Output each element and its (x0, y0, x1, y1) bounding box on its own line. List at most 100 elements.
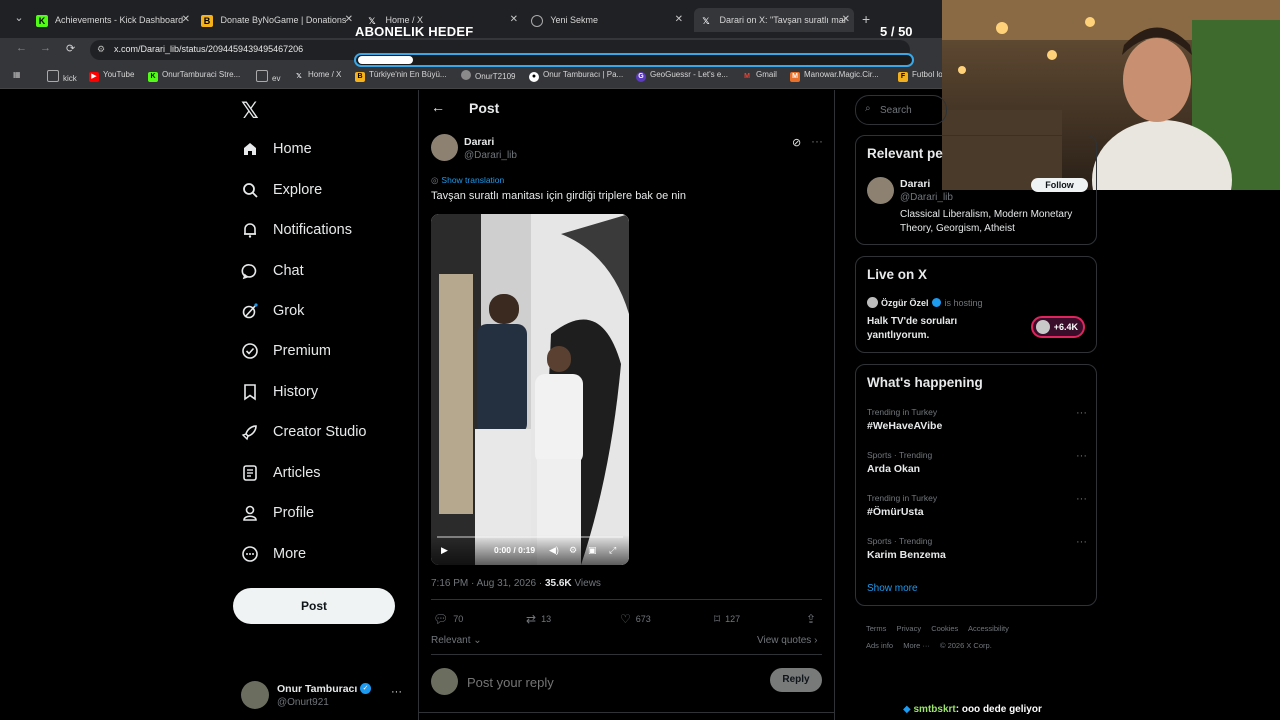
sidebar-item-articles[interactable]: Articles (241, 458, 321, 488)
footer-link-privacy[interactable]: Privacy (897, 624, 922, 633)
like-action[interactable]: ♡ 673 (620, 612, 651, 626)
volume-icon[interactable]: ◀) (549, 545, 559, 556)
close-icon[interactable]: ✕ (510, 8, 518, 32)
tab-search-icon[interactable]: ⌄ (10, 11, 28, 27)
video-player[interactable]: ▶ 0:00 / 0:19 ◀) ⚙ ▣ ⤢ (431, 214, 629, 565)
bookmark-label: Türkiye'nin En Büyü... (369, 70, 447, 79)
footer-link-accessibility[interactable]: Accessibility (968, 624, 1009, 633)
repost-action[interactable]: ⇄ 13 (526, 612, 551, 626)
forward-arrow-icon[interactable]: → (40, 42, 51, 54)
person-handle[interactable]: @Darari_lib (900, 192, 953, 203)
bookmark-onurt2109[interactable]: OnurT2109 (461, 70, 515, 81)
reply-input[interactable] (465, 672, 719, 692)
bookmark-ev[interactable]: ev (256, 70, 280, 83)
close-icon[interactable]: ✕ (675, 8, 683, 32)
close-icon[interactable]: ✕ (345, 8, 353, 32)
show-more-link[interactable]: Show more (867, 583, 918, 594)
chat-text: : ooo dede geliyor (955, 704, 1042, 715)
live-host[interactable]: Özgür Özel is hosting (867, 297, 983, 308)
trend-item[interactable]: Sports · Trending Karim Benzema ··· (867, 536, 1087, 561)
sidebar-item-home[interactable]: Home (241, 134, 312, 164)
person-name[interactable]: Darari (900, 178, 930, 190)
sidebar-item-history[interactable]: History (241, 377, 318, 407)
translate-icon: ◎ (431, 175, 439, 185)
reply-icon: 💬︎ (433, 612, 449, 626)
post-timestamp[interactable]: 7:16 PM · Aug 31, 2026 · (431, 578, 545, 589)
x-logo-icon[interactable]: 𝕏 (241, 98, 259, 124)
bookmark-gmail[interactable]: M Gmail (742, 70, 777, 82)
more-dots-icon[interactable]: ··· (1076, 407, 1087, 419)
reply-button[interactable]: Reply (770, 668, 822, 692)
bookmark-action[interactable]: ⌑ 127 (714, 612, 740, 626)
more-dots-icon[interactable]: ··· (1076, 536, 1087, 548)
bookmark-turkiye[interactable]: B Türkiye'nin En Büyü... (355, 70, 447, 82)
bookmark-geoguessr[interactable]: G GeoGuessr - Let's e... (636, 70, 728, 82)
sidebar-item-creator-studio[interactable]: Creator Studio (241, 417, 367, 447)
author-name[interactable]: Darari (464, 136, 494, 148)
live-listener-count[interactable]: +6.4K (1031, 316, 1085, 338)
footer-link-ads-info[interactable]: Ads info (866, 641, 893, 650)
sidebar-item-label: More (273, 546, 307, 562)
follow-button[interactable]: Follow (1031, 178, 1088, 192)
video-progress-bar[interactable] (437, 536, 623, 538)
apps-grid-icon[interactable]: ▦ (13, 70, 21, 79)
trend-item[interactable]: Trending in Turkey #WeHaveAVibe ··· (867, 407, 1087, 432)
site-info-icon[interactable]: ⚙ (97, 44, 105, 55)
live-space-title[interactable]: Halk TV'de soruları yanıtlıyorum. (867, 315, 997, 343)
footer-link-cookies[interactable]: Cookies (931, 624, 958, 633)
sidebar-item-explore[interactable]: Explore (241, 175, 322, 205)
post-button[interactable]: Post (233, 588, 395, 624)
tab-kick-dashboard[interactable]: K Achievements - Kick Dashboard ✕ (36, 8, 194, 32)
sort-relevant-dropdown[interactable]: Relevant ⌄ (431, 635, 482, 646)
view-quotes-link[interactable]: View quotes › (757, 635, 817, 646)
new-tab-icon[interactable]: + (862, 11, 870, 27)
back-arrow-icon[interactable]: ← (431, 99, 445, 115)
grok-icon (241, 302, 259, 320)
play-icon[interactable]: ▶ (441, 545, 448, 556)
picture-in-picture-icon[interactable]: ▣ (588, 545, 597, 556)
trend-item[interactable]: Trending in Turkey #ÖmürUsta ··· (867, 493, 1087, 518)
sidebar-item-grok[interactable]: Grok (241, 296, 304, 326)
sidebar-item-more[interactable]: More (241, 539, 306, 569)
tab-bynogame[interactable]: B Donate ByNoGame | Donations ✕ (201, 8, 357, 32)
bookmark-onurtamburaci-stream[interactable]: K OnurTamburaci Stre... (148, 70, 240, 82)
author-avatar[interactable] (431, 134, 458, 161)
settings-gear-icon[interactable]: ⚙ (569, 545, 577, 556)
bookmark-futbol[interactable]: F Futbol lo (898, 70, 943, 82)
tab-new-tab[interactable]: Yeni Sekme ✕ (531, 8, 687, 32)
divider (419, 712, 834, 713)
close-icon[interactable]: ✕ (182, 8, 190, 32)
close-icon[interactable]: ✕ (842, 8, 850, 32)
bookmark-kick[interactable]: kick (47, 70, 77, 83)
sidebar-item-profile[interactable]: Profile (241, 498, 314, 528)
bookmark-home-x[interactable]: 𝕏 Home / X (294, 70, 341, 82)
reload-icon[interactable]: ⟳ (66, 42, 75, 55)
more-dots-icon[interactable]: ··· (391, 686, 402, 698)
avatar[interactable] (867, 177, 894, 204)
tab-darari-post[interactable]: 𝕏 Darari on X: "Tavşan suratlı mar ✕ (694, 8, 854, 32)
share-action[interactable]: ⇪ (806, 612, 821, 626)
back-arrow-icon[interactable]: ← (16, 42, 27, 54)
search-box[interactable]: ⌕ (855, 95, 947, 125)
bookmark-manowar[interactable]: M Manowar.Magic.Cir... (790, 70, 879, 82)
fullscreen-icon[interactable]: ⤢ (609, 545, 616, 556)
sidebar-item-premium[interactable]: Premium (241, 336, 331, 366)
show-translation-link[interactable]: ◎ Show translation (431, 175, 504, 186)
search-input[interactable] (878, 102, 942, 118)
relevant-people-title: Relevant pe (867, 146, 943, 161)
grok-icon[interactable]: ⊘ (792, 136, 801, 149)
bookmark-onur-tamburaci[interactable]: ● Onur Tamburacı | Pa... (529, 70, 623, 82)
more-circle-icon (241, 545, 259, 563)
more-dots-icon[interactable]: ··· (811, 134, 823, 148)
trend-item[interactable]: Sports · Trending Arda Okan ··· (867, 450, 1087, 475)
sidebar-item-notifications[interactable]: Notifications (241, 215, 352, 245)
sidebar-item-label: Home (273, 141, 312, 157)
bookmark-youtube[interactable]: ▶ YouTube (89, 70, 134, 82)
more-dots-icon[interactable]: ··· (1076, 450, 1087, 462)
author-handle[interactable]: @Darari_lib (464, 150, 517, 161)
more-dots-icon[interactable]: ··· (1076, 493, 1087, 505)
footer-link-more[interactable]: More ··· (903, 641, 930, 650)
footer-link-terms[interactable]: Terms (866, 624, 886, 633)
reply-action[interactable]: 💬︎ 70 (433, 612, 463, 626)
sidebar-item-chat[interactable]: Chat (241, 256, 304, 286)
